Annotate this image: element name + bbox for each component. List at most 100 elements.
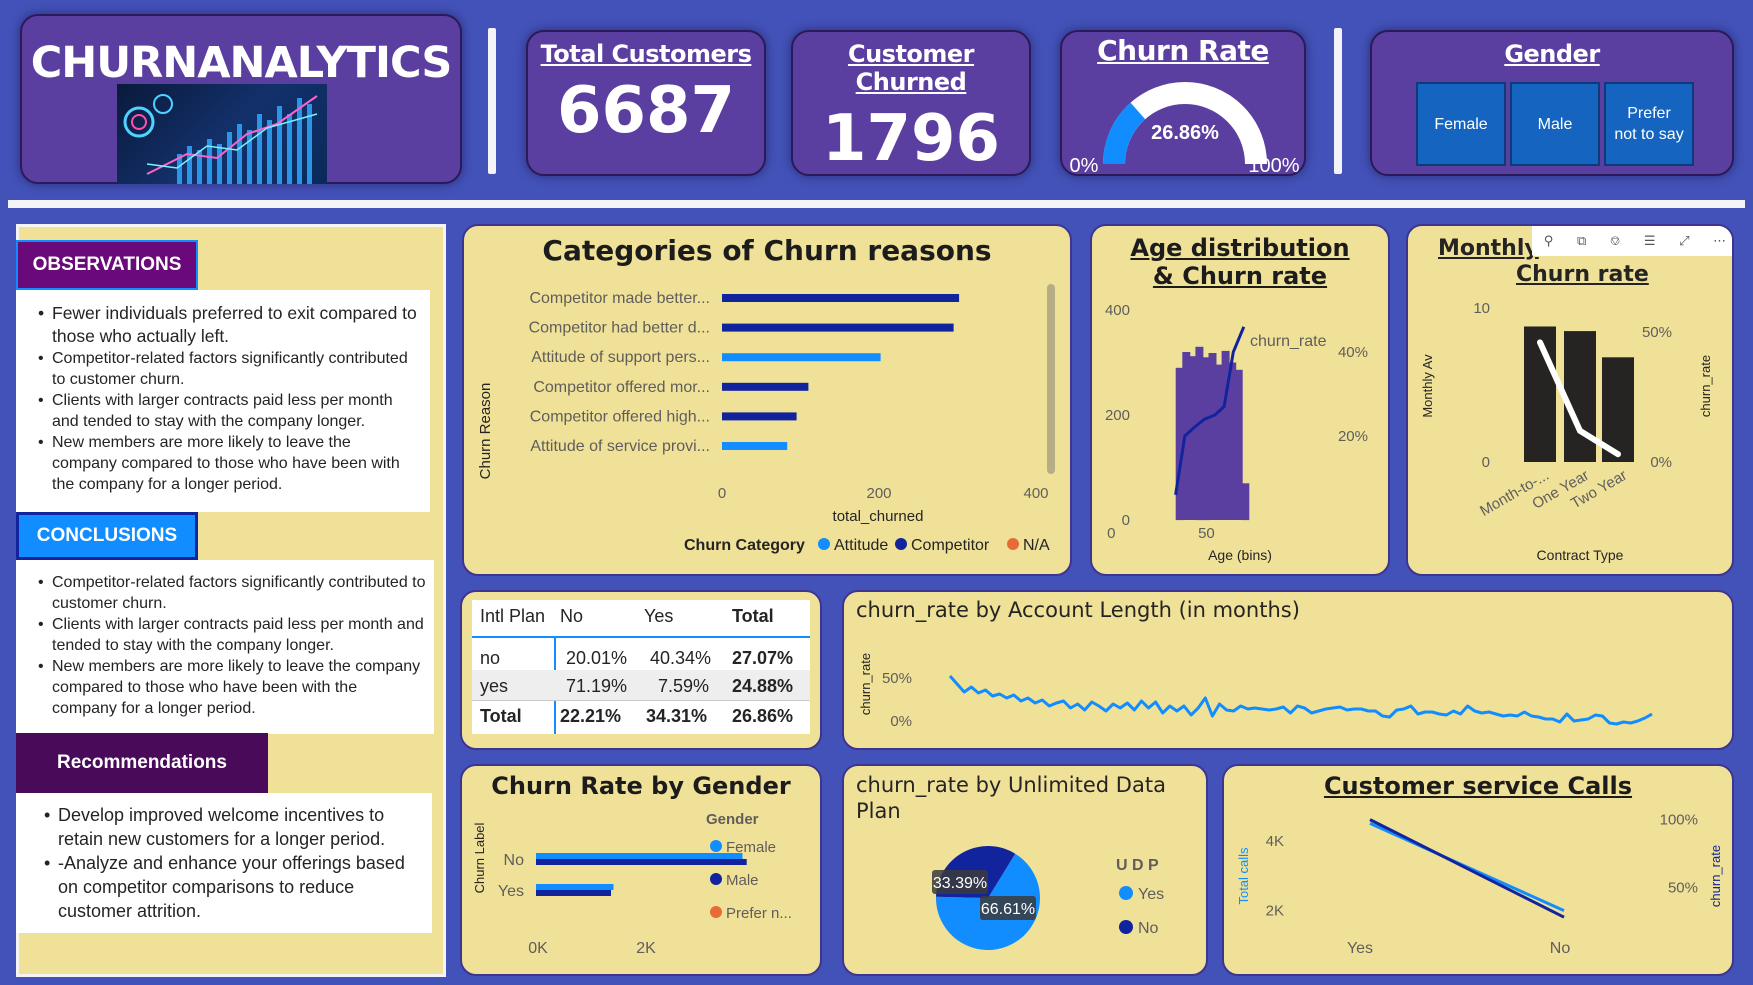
reason-bar bbox=[722, 382, 809, 391]
churn-reasons-chart[interactable]: Churn Reason Competitor made better... Co… bbox=[464, 226, 1072, 576]
matrix-cell: 26.86% bbox=[732, 706, 794, 726]
reason-label: Attitude of support pers... bbox=[531, 349, 710, 366]
gender-churn-card: Churn Rate by Gender Churn Label No Yes 0K… bbox=[460, 764, 822, 976]
legend-na-label: N/A bbox=[1023, 537, 1050, 554]
gender-legend-male-marker bbox=[710, 873, 722, 885]
gender-x-tick: 0K bbox=[528, 940, 548, 957]
contract-y2-tick: 50% bbox=[1642, 324, 1672, 341]
reason-label: Competitor offered high... bbox=[530, 408, 710, 425]
reasons-x-tick: 400 bbox=[1023, 485, 1048, 502]
gender-option-prefer-not-to-say[interactable]: Prefer not to say bbox=[1604, 82, 1694, 166]
matrix-header-line bbox=[472, 636, 810, 638]
gauge-fill bbox=[1102, 102, 1146, 165]
matrix-corner-header: Intl Plan bbox=[480, 606, 546, 626]
gender-bar bbox=[536, 890, 611, 896]
calls-x-tick: No bbox=[1550, 940, 1571, 957]
gender-option-female[interactable]: Female bbox=[1416, 82, 1506, 166]
reasons-scrollbar bbox=[1047, 284, 1055, 474]
matrix-cell: 20.01% bbox=[566, 648, 628, 668]
reason-bar bbox=[722, 353, 881, 362]
reasons-x-tick: 0 bbox=[718, 485, 726, 502]
gender-legend-prefer-marker bbox=[710, 906, 722, 918]
age-churn-chart[interactable]: 0 200 400 20% 40% 0 50 churn_rate Age (bins) bbox=[1092, 226, 1390, 576]
churn-rate-gauge: 26.86% 0% 100% bbox=[1070, 82, 1300, 177]
gender-option-male[interactable]: Male bbox=[1510, 82, 1600, 166]
recommendation-item: Develop improved welcome incentives to r… bbox=[42, 803, 424, 851]
udp-legend-no: No bbox=[1138, 920, 1159, 937]
reason-bar bbox=[722, 323, 954, 332]
contract-y2-tick: 0% bbox=[1650, 454, 1672, 471]
udp-legend-title: U D P bbox=[1116, 857, 1159, 874]
legend-attitude-label: Attitude bbox=[834, 537, 888, 554]
calls-x-tick: Yes bbox=[1347, 940, 1373, 957]
legend-competitor-marker bbox=[895, 538, 907, 550]
contract-bar bbox=[1564, 331, 1596, 462]
gender-bar bbox=[536, 859, 747, 865]
contract-churn-chart[interactable]: Monthly Av churn_rate 0100%50%Month-to-.… bbox=[1408, 226, 1734, 576]
legend-na-marker bbox=[1007, 538, 1019, 550]
age-x-tick: 50 bbox=[1198, 525, 1215, 542]
calls-y2-axis-title: churn_rate bbox=[1708, 845, 1723, 907]
reason-label: Competitor offered mor... bbox=[533, 379, 710, 396]
reason-bar bbox=[722, 412, 797, 421]
gender-legend-female-marker bbox=[710, 840, 722, 852]
conclusion-item: Competitor-related factors significantly… bbox=[36, 572, 426, 614]
brand-title: CHURNANALYTICS bbox=[30, 38, 453, 88]
age-bar bbox=[1241, 483, 1250, 521]
header-separator-left bbox=[488, 28, 496, 174]
total-customers-label: Total Customers bbox=[540, 40, 752, 68]
contract-y-tick: 0 bbox=[1482, 454, 1490, 471]
reason-label: Attitude of service provi... bbox=[530, 438, 710, 455]
reasons-legend-title: Churn Category bbox=[684, 537, 805, 554]
reason-label: Competitor made better... bbox=[529, 290, 710, 307]
gauge-max-label: 100% bbox=[1248, 155, 1299, 177]
reason-label: Competitor had better d... bbox=[529, 320, 710, 337]
calls-y-axis-title: Total calls bbox=[1236, 847, 1251, 905]
churn-rate-label: Churn Rate bbox=[1097, 34, 1269, 67]
churn-reasons-card: Categories of Churn reasons Churn Reason… bbox=[462, 224, 1072, 576]
gender-category-label: No bbox=[504, 852, 525, 869]
gender-y-axis-title: Churn Label bbox=[472, 822, 487, 893]
age-y2-tick: 40% bbox=[1338, 344, 1368, 361]
matrix-cell: 7.59% bbox=[658, 676, 710, 696]
matrix-cell: 71.19% bbox=[566, 676, 628, 696]
observations-header: OBSERVATIONS bbox=[16, 240, 198, 290]
gender-bar bbox=[536, 884, 614, 890]
account-length-chart[interactable]: churn_rate 50% 0% bbox=[844, 592, 1734, 750]
gender-legend-female: Female bbox=[726, 839, 776, 856]
age-x-axis-title: Age (bins) bbox=[1208, 547, 1272, 563]
service-calls-card: Customer service Calls Total calls churn… bbox=[1222, 764, 1734, 976]
age-y-tick: 200 bbox=[1105, 407, 1130, 424]
calls-y2-tick: 100% bbox=[1660, 812, 1698, 829]
account-length-y-tick: 0% bbox=[890, 713, 912, 730]
matrix-col-header-yes: Yes bbox=[644, 606, 674, 626]
header-separator-right bbox=[1334, 28, 1342, 174]
conclusions-box: Competitor-related factors significantly… bbox=[16, 560, 434, 734]
reason-bar bbox=[722, 442, 788, 450]
age-churn-card: Age distribution & Churn rate 0 200 400 20%… bbox=[1090, 224, 1390, 576]
matrix-col-header-total: Total bbox=[732, 606, 774, 626]
header-divider bbox=[8, 200, 1745, 208]
udp-pie-card: churn_rate by Unlimited Data Plan 66.61%… bbox=[842, 764, 1208, 976]
analytics-dashboard-image bbox=[117, 84, 327, 184]
recommendation-item: -Analyze and enhance your offerings base… bbox=[42, 851, 424, 923]
legend-competitor-label: Competitor bbox=[911, 537, 990, 554]
gender-slicer-card: Gender Female Male Prefer not to say bbox=[1370, 30, 1734, 176]
matrix-row-label: no bbox=[480, 648, 501, 668]
contract-churn-card: Monthly Churn rate ⚲ ⧉ ⎊ ☰ ⤢ ⋯ Monthly A… bbox=[1406, 224, 1734, 576]
account-length-line bbox=[948, 675, 1653, 726]
gender-legend-title: Gender bbox=[706, 811, 759, 828]
intl-plan-matrix-card: Intl Plan No Yes Total no 20.01% 40.34% … bbox=[460, 590, 822, 750]
udp-pie-chart[interactable]: 66.61% 33.39% U D P Yes No bbox=[844, 766, 1208, 976]
conclusions-header: CONCLUSIONS bbox=[16, 512, 198, 560]
service-calls-chart[interactable]: Total calls churn_rate 2K 4K 50% 100% Yes No bbox=[1224, 766, 1734, 976]
intl-plan-matrix[interactable]: Intl Plan No Yes Total no 20.01% 40.34% … bbox=[472, 600, 810, 734]
conclusions-list: Competitor-related factors significantly… bbox=[36, 572, 426, 719]
customer-churned-card: Customer Churned 1796 bbox=[791, 30, 1031, 176]
gender-legend-male: Male bbox=[726, 872, 759, 889]
customer-churned-label: Customer Churned bbox=[847, 40, 975, 96]
age-x-tick: 0 bbox=[1107, 525, 1115, 542]
reasons-x-axis-title: total_churned bbox=[833, 508, 924, 525]
contract-x-axis-title: Contract Type bbox=[1537, 547, 1624, 563]
gender-churn-chart[interactable]: Churn Label No Yes 0K 2K Gender Female Male… bbox=[462, 766, 822, 976]
